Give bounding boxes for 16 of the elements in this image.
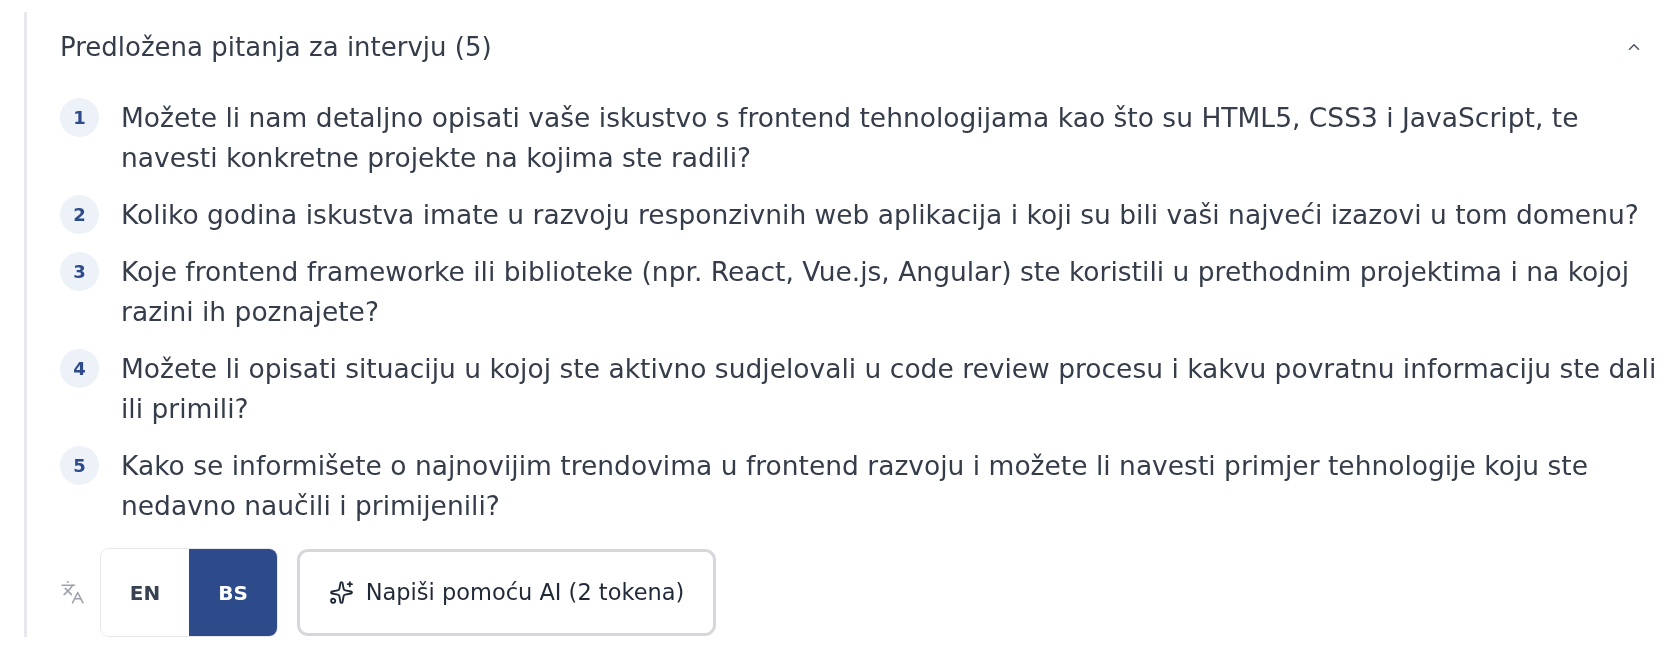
translate-icon: [60, 580, 85, 605]
question-number: 4: [60, 349, 99, 388]
question-text: Možete li opisati situaciju u kojoj ste aktivno sudjelovali u code review procesu i kakvu povratnu informaciju ste dali ili primili?: [121, 352, 1658, 426]
ai-button-label: Napiši pomoću AI (2 tokena): [365, 577, 685, 607]
question-number: 1: [60, 98, 99, 137]
question-text: Kako se informišete o najnovijim trendovima u frontend razvoju i možete li navesti primjer tehnologije koju ste nedavno naučili i primijenili?: [121, 449, 1589, 523]
sparkle-icon: [328, 580, 354, 605]
question-text: Možete li nam detaljno opisati vaše iskustvo s frontend tehnologijama kao što su HTML5, CSS3 i JavaScript, te navesti konkretne projekte na kojima ste radili?: [121, 101, 1580, 175]
language-option[interactable]: BS: [189, 549, 277, 636]
question-number: 3: [60, 252, 99, 291]
question-number: 2: [60, 195, 99, 234]
ai-write-button[interactable]: Napiši pomoću AI (2 tokena): [297, 549, 716, 636]
question-text: Koje frontend frameworke ili biblioteke (npr. React, Vue.js, Angular) ste koristili u prethodnim projektima i na kojoj razini ih poznajete?: [121, 255, 1631, 329]
question-text: Koliko godina iskustva imate u razvoju responzivnih web aplikacija i koji su bili vaši najveći izazovi u tom domenu?: [121, 198, 1640, 232]
section-title: Predložena pitanja za intervju (5): [60, 31, 492, 64]
question-number: 5: [60, 446, 99, 485]
